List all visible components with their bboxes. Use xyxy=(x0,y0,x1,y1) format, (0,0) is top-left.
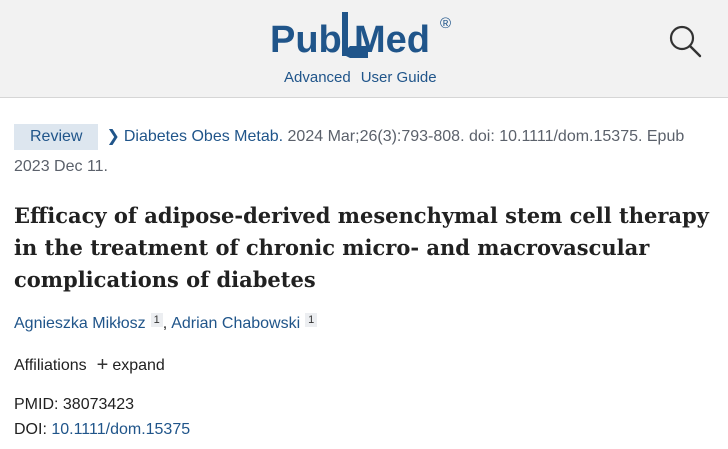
chevron-right-icon: ❯ xyxy=(106,128,120,145)
expand-affiliations-button[interactable]: + expand xyxy=(96,354,165,376)
pmid-line: PMID: 38073423 xyxy=(14,393,134,417)
author-link[interactable]: Agnieszka Mikłosz xyxy=(14,315,146,332)
doi-label: DOI: xyxy=(14,421,52,438)
plus-icon: + xyxy=(96,354,109,376)
pmid-value: 38073423 xyxy=(62,396,135,413)
logo-text-med: Med xyxy=(354,19,430,61)
citation-line: Review ❯ Diabetes Obes Metab. 2024 Mar;26(… xyxy=(14,122,714,182)
advanced-search-link[interactable]: Advanced xyxy=(284,69,351,86)
search-icon[interactable] xyxy=(668,24,702,58)
affiliation-marker[interactable]: 1 xyxy=(305,313,318,327)
author-link[interactable]: Adrian Chabowski xyxy=(171,315,300,332)
affiliations-label: Affiliations xyxy=(14,357,87,374)
pubmed-logo[interactable]: Pub Med ® xyxy=(270,8,460,64)
user-guide-link[interactable]: User Guide xyxy=(361,69,437,86)
logo-registered-mark: ® xyxy=(440,15,451,32)
expand-label: expand xyxy=(112,357,165,374)
author-separator: , xyxy=(162,315,168,332)
affiliation-marker[interactable]: 1 xyxy=(150,313,163,327)
affiliations-row: Affiliations + expand xyxy=(14,353,165,378)
journal-link[interactable]: Diabetes Obes Metab. xyxy=(124,128,283,145)
article-title: Efficacy of adipose-derived mesenchymal … xyxy=(14,203,709,292)
pmid-label: PMID: xyxy=(14,396,63,413)
article-type-badge: Review xyxy=(14,124,99,150)
site-header: Pub Med ® Advanced User Guide xyxy=(0,0,728,98)
logo-text-pub: Pub xyxy=(270,19,342,61)
author-list: Agnieszka Mikłosz 1, Adrian Chabowski 1 xyxy=(14,312,318,336)
doi-line: DOI: 10.1111/dom.15375 xyxy=(14,418,190,442)
header-links: Advanced User Guide xyxy=(284,69,437,86)
doi-link[interactable]: 10.1111/dom.15375 xyxy=(51,421,190,438)
